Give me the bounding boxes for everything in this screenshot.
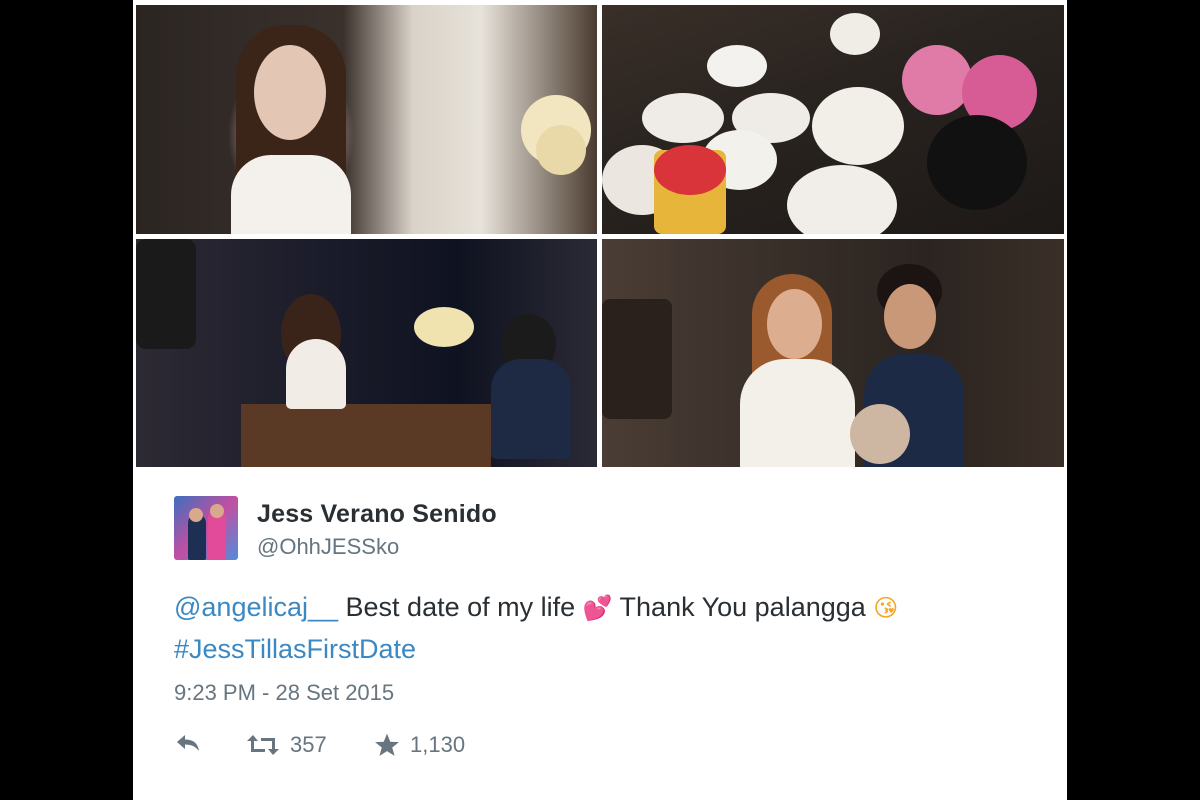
- retweet-count: 357: [290, 732, 327, 757]
- hashtag-link[interactable]: #JessTillasFirstDate: [174, 634, 416, 664]
- tweet-actions: 357 1,130: [174, 732, 674, 764]
- tweet-text: @angelicaj__ Best date of my life 💕 Than…: [174, 587, 1034, 670]
- retweet-icon: [247, 735, 279, 755]
- photo-couple-in-van[interactable]: [602, 239, 1064, 467]
- tweet-header: Jess Verano Senido @OhhJESSko: [174, 496, 774, 560]
- photo-food-table[interactable]: [602, 5, 1064, 234]
- two-hearts-icon: 💕: [582, 594, 613, 622]
- photo-woman-portrait[interactable]: [136, 5, 597, 234]
- reply-button[interactable]: [174, 732, 202, 754]
- photo-dinner-date[interactable]: [136, 239, 597, 467]
- photo-grid: [136, 5, 1064, 467]
- avatar[interactable]: [174, 496, 238, 560]
- like-count: 1,130: [410, 732, 466, 757]
- timestamp[interactable]: 9:23 PM - 28 Set 2015: [174, 680, 394, 706]
- tweet-text-segment: Best date of my life: [338, 592, 583, 622]
- like-button[interactable]: 1,130: [374, 732, 465, 758]
- tweet-text-segment: Thank You palangga: [612, 592, 874, 622]
- star-icon: [375, 733, 399, 756]
- grid-divider: [136, 234, 1064, 239]
- author-name[interactable]: Jess Verano Senido: [257, 500, 497, 529]
- tweet-card: Jess Verano Senido @OhhJESSko @angelicaj…: [133, 0, 1067, 800]
- mention-link[interactable]: @angelicaj__: [174, 592, 338, 622]
- kiss-face-icon: 😘: [873, 594, 899, 622]
- author-handle[interactable]: @OhhJESSko: [257, 534, 399, 560]
- retweet-button[interactable]: 357: [246, 732, 327, 758]
- reply-icon: [177, 735, 199, 751]
